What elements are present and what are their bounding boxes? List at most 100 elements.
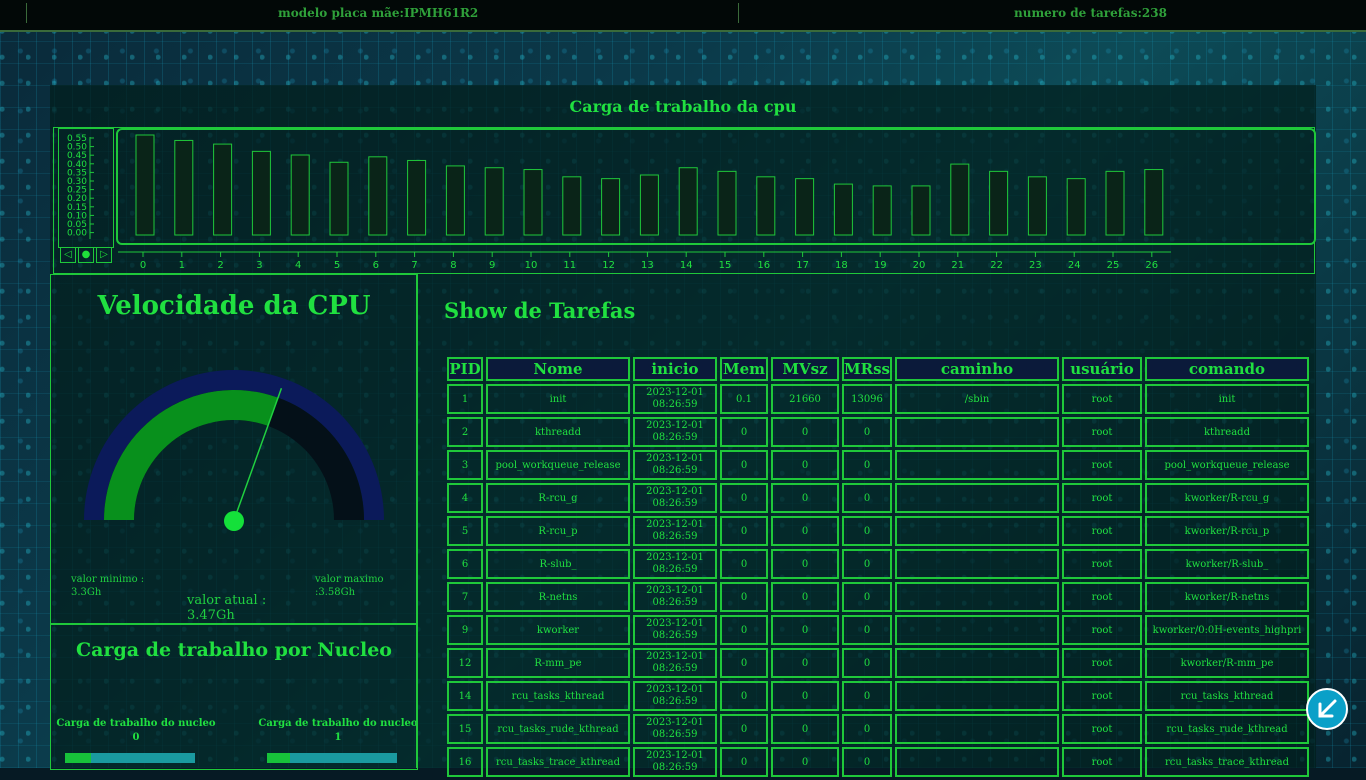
x-tick-label: 0 (140, 260, 146, 271)
table-cell-7: root (1062, 714, 1142, 744)
table-row[interactable]: 3 pool_workqueue_release 2023-12-01 08:26:… (447, 450, 1309, 480)
table-cell-5: 0 (842, 417, 892, 447)
table-cell-8: rcu_tasks_trace_kthread (1145, 747, 1309, 777)
table-cell-2: 2023-12-01 08:26:59 (633, 714, 717, 744)
table-row[interactable]: 6 R-slub_ 2023-12-01 08:26:59 0 0 0 root kworke… (447, 549, 1309, 579)
scroll-handle-button[interactable]: ● (78, 247, 94, 263)
scroll-right-button[interactable]: ▷ (96, 247, 112, 263)
table-cell-0: 5 (447, 516, 483, 546)
table-cell-8: rcu_tasks_rude_kthread (1145, 714, 1309, 744)
x-tick-label: 18 (835, 260, 848, 271)
table-cell-4: 0 (771, 549, 839, 579)
chart-bar (911, 185, 931, 236)
cpu-speed-panel: Velocidade da CPU valor minimo : 3.3Gh v… (50, 274, 418, 770)
chart-bar (639, 174, 659, 236)
table-cell-4: 0 (771, 417, 839, 447)
table-cell-3: 0 (720, 681, 768, 711)
table-cell-1: R-mm_pe (486, 648, 630, 678)
table-cell-3: 0 (720, 582, 768, 612)
chart-bar (833, 183, 853, 236)
x-tick-label: 6 (373, 260, 379, 271)
table-cell-7: root (1062, 549, 1142, 579)
x-tick-label: 9 (489, 260, 495, 271)
table-row[interactable]: 7 R-netns 2023-12-01 08:26:59 0 0 0 root kworke… (447, 582, 1309, 612)
chart-bar (601, 178, 621, 236)
table-cell-1: R-rcu_p (486, 516, 630, 546)
col-comando[interactable]: comando (1145, 357, 1309, 381)
table-row[interactable]: 4 R-rcu_g 2023-12-01 08:26:59 0 0 0 root kworke… (447, 483, 1309, 513)
table-cell-7: root (1062, 483, 1142, 513)
col-nome[interactable]: Nome (486, 357, 630, 381)
table-cell-7: root (1062, 648, 1142, 678)
table-cell-0: 16 (447, 747, 483, 777)
table-cell-7: root (1062, 384, 1142, 414)
table-row[interactable]: 2 kthreadd 2023-12-01 08:26:59 0 0 0 root kthre… (447, 417, 1309, 447)
col-pid[interactable]: PID (447, 357, 483, 381)
chart-bar (1027, 176, 1047, 236)
x-tick-label: 10 (525, 260, 538, 271)
table-cell-7: root (1062, 747, 1142, 777)
core-0-label: Carga de trabalho do nucleo 0 (51, 717, 221, 745)
table-row[interactable]: 1 init 2023-12-01 08:26:59 0.1 21660 13096/sb… (447, 384, 1309, 414)
table-row[interactable]: 16 rcu_tasks_trace_kthread 2023-12-01 08:2… (447, 747, 1309, 777)
gauge-max-label: valor maximo (315, 574, 384, 585)
table-cell-4: 21660 (771, 384, 839, 414)
chart-bar (989, 170, 1009, 236)
table-row[interactable]: 14 rcu_tasks_kthread 2023-12-01 08:26:59 0 0… (447, 681, 1309, 711)
table-cell-3: 0 (720, 648, 768, 678)
x-tick-label: 19 (874, 260, 887, 271)
table-cell-6 (895, 681, 1059, 711)
table-cell-2: 2023-12-01 08:26:59 (633, 747, 717, 777)
table-cell-1: rcu_tasks_rude_kthread (486, 714, 630, 744)
table-cell-3: 0.1 (720, 384, 768, 414)
col-usuario[interactable]: usuário (1062, 357, 1142, 381)
chart-bar (950, 163, 970, 236)
chart-bar (290, 154, 310, 236)
x-tick-label: 16 (757, 260, 770, 271)
table-cell-5: 0 (842, 549, 892, 579)
table-cell-4: 0 (771, 516, 839, 546)
table-cell-0: 15 (447, 714, 483, 744)
table-cell-2: 2023-12-01 08:26:59 (633, 384, 717, 414)
cpu-load-title: Carga de trabalho da cpu (569, 97, 797, 116)
table-cell-6 (895, 648, 1059, 678)
table-cell-8: kworker/R-rcu_p (1145, 516, 1309, 546)
table-cell-8: kthreadd (1145, 417, 1309, 447)
chart-bar (562, 176, 582, 236)
chart-bar (872, 185, 892, 236)
table-cell-0: 1 (447, 384, 483, 414)
y-axis-box: 0.55 0.50 0.45 0.40 0.35 0.30 0.25 0.20 0.15 0.10… (58, 128, 114, 248)
cpu-speed-gauge (84, 370, 384, 531)
col-mrss[interactable]: MRss (842, 357, 892, 381)
col-inicio[interactable]: inicio (633, 357, 717, 381)
gauge-max: valor maximo :3.58Gh (315, 573, 384, 599)
col-mvsz[interactable]: MVsz (771, 357, 839, 381)
y-tick-label: 0.00 (67, 229, 87, 239)
chart-bar (484, 167, 504, 236)
col-mem[interactable]: Mem (720, 357, 768, 381)
table-row[interactable]: 9 kworker 2023-12-01 08:26:59 0 0 0 root kworke… (447, 615, 1309, 645)
table-cell-5: 0 (842, 615, 892, 645)
arrow-down-left-icon (1318, 699, 1337, 718)
table-cell-2: 2023-12-01 08:26:59 (633, 483, 717, 513)
top-info-bar: modelo placa mãe:IPMH61R2 numero de tare… (0, 0, 1366, 32)
table-row[interactable]: 12 R-mm_pe 2023-12-01 08:26:59 0 0 0 root kwork… (447, 648, 1309, 678)
table-row[interactable]: 15 rcu_tasks_rude_kthread 2023-12-01 08:26… (447, 714, 1309, 744)
table-cell-1: R-slub_ (486, 549, 630, 579)
col-caminho[interactable]: caminho (895, 357, 1059, 381)
table-cell-7: root (1062, 450, 1142, 480)
scroll-left-button[interactable]: ◁ (60, 247, 76, 263)
table-cell-6 (895, 483, 1059, 513)
chart-bar (1105, 170, 1125, 236)
chart-bar (1066, 178, 1086, 236)
table-cell-0: 12 (447, 648, 483, 678)
table-cell-6 (895, 714, 1059, 744)
table-cell-2: 2023-12-01 08:26:59 (633, 549, 717, 579)
table-cell-5: 0 (842, 681, 892, 711)
table-cell-3: 0 (720, 516, 768, 546)
table-header-row: PID Nome inicio Mem MVsz MRss caminho us… (447, 357, 1309, 381)
table-cell-8: rcu_tasks_kthread (1145, 681, 1309, 711)
tasks-table: PID Nome inicio Mem MVsz MRss caminho us… (444, 354, 1312, 780)
back-button[interactable] (1306, 688, 1348, 730)
table-row[interactable]: 5 R-rcu_p 2023-12-01 08:26:59 0 0 0 root kworke… (447, 516, 1309, 546)
